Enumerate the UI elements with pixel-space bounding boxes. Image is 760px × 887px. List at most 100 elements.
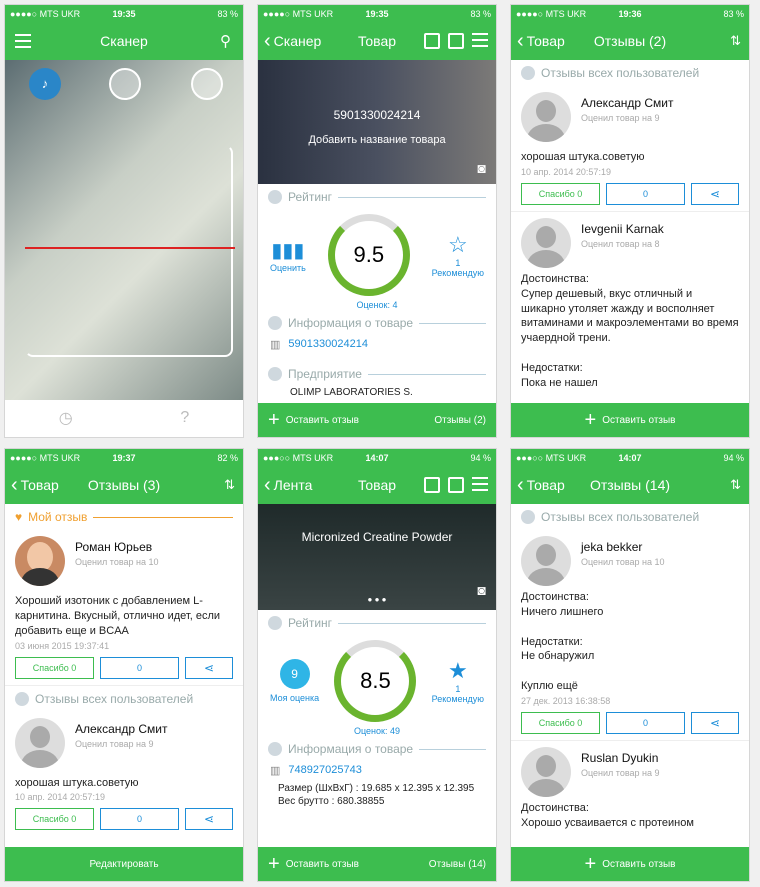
recommend-label: Рекомендую bbox=[431, 694, 484, 704]
reviews-button[interactable]: Отзывы (14) bbox=[429, 859, 486, 870]
add-name-link[interactable]: Добавить название товара bbox=[258, 134, 496, 146]
section-label: Отзывы всех пользователей bbox=[541, 510, 700, 524]
status-bar: ●●●●○ MTS UKR 19:35 83 % bbox=[258, 5, 496, 22]
recommend-button[interactable]: ☆ 1 Рекомендую bbox=[432, 232, 484, 278]
leave-review-button[interactable]: Оставить отзыв bbox=[286, 859, 359, 870]
company-label: Предприятие bbox=[288, 367, 362, 381]
recommend-button[interactable]: ★ 1 Рекомендую bbox=[432, 658, 484, 704]
rate-label: Оценить bbox=[270, 262, 306, 273]
rating-block: 9 Моя оценка 8.5 ★ 1 Рекомендую bbox=[258, 636, 496, 726]
camera-view[interactable]: ♪ bbox=[5, 60, 243, 400]
comments-button[interactable]: 0 bbox=[100, 808, 179, 831]
flashlight-icon[interactable] bbox=[191, 68, 223, 100]
reviewer-rating: Оценил товар на 9 bbox=[581, 767, 660, 778]
leave-review-button[interactable]: Оставить отзыв bbox=[286, 415, 359, 426]
my-review-screen: ●●●●○ MTS UKR 19:37 82 % ‹ Товар Отзывы (3)… bbox=[4, 448, 244, 882]
share-button[interactable]: ⋖ bbox=[691, 182, 739, 205]
clock: 19:35 bbox=[112, 8, 136, 19]
chevron-left-icon: ‹ bbox=[11, 474, 18, 496]
camera-icon[interactable]: ◙ bbox=[478, 582, 486, 598]
help-icon[interactable]: ? bbox=[180, 409, 189, 427]
history-icon[interactable]: ◷ bbox=[59, 408, 73, 428]
reviewer-rating: Оценил товар на 9 bbox=[75, 738, 154, 749]
barcode-icon: ▥ bbox=[270, 765, 281, 777]
back-button[interactable]: ‹ Товар bbox=[511, 475, 565, 495]
vibration-icon[interactable] bbox=[109, 68, 141, 100]
info-icon bbox=[268, 742, 282, 756]
edit-button[interactable]: Редактировать bbox=[89, 859, 158, 870]
product-screen: ●●●●○ MTS UKR 19:35 83 % ‹ Сканер Товар 590… bbox=[257, 4, 497, 438]
rate-button[interactable]: ▮▮▮ Оценить bbox=[270, 238, 306, 273]
menu-icon[interactable] bbox=[472, 33, 488, 47]
chevron-left-icon: ‹ bbox=[264, 474, 271, 496]
sort-icon[interactable]: ⇅ bbox=[730, 477, 741, 493]
product-barcode: 5901330024214 bbox=[333, 108, 421, 122]
score-ring: 9.5 bbox=[327, 214, 410, 296]
score-ring: 8.5 bbox=[334, 640, 417, 722]
rating-label: Рейтинг bbox=[288, 616, 333, 630]
my-rating[interactable]: 9 Моя оценка bbox=[270, 659, 319, 703]
rating-block: ▮▮▮ Оценить 9.5 ☆ 1 Рекомендую bbox=[258, 210, 496, 300]
users-icon bbox=[15, 691, 29, 706]
comments-button[interactable]: 0 bbox=[100, 656, 179, 679]
plus-icon: + bbox=[268, 853, 280, 875]
reviewer-name: Александр Смит bbox=[75, 721, 168, 736]
reviews-button[interactable]: Отзывы (2) bbox=[434, 415, 486, 426]
comments-button[interactable]: 0 bbox=[606, 711, 685, 734]
sound-icon[interactable]: ♪ bbox=[29, 68, 61, 100]
leave-review-button[interactable]: Оставить отзыв bbox=[602, 415, 675, 426]
barcode-icon[interactable] bbox=[448, 477, 464, 493]
thanks-button[interactable]: Спасибо 0 bbox=[15, 808, 94, 831]
section-header: Отзывы всех пользователей bbox=[511, 60, 749, 86]
barcode-icon: ▥ bbox=[270, 339, 281, 351]
back-button[interactable]: ‹ Сканер bbox=[258, 31, 321, 51]
carousel-dots[interactable]: ● ● ● bbox=[258, 595, 496, 604]
avatar bbox=[15, 536, 65, 586]
section-label: Отзывы всех пользователей bbox=[541, 66, 700, 80]
rating-header: Рейтинг bbox=[258, 184, 496, 210]
info-label: Информация о товаре bbox=[288, 316, 414, 330]
thanks-button[interactable]: Спасибо 0 bbox=[521, 182, 600, 205]
plus-icon: + bbox=[584, 409, 597, 431]
review-text: Хороший изотоник с добавлением L-карнити… bbox=[15, 595, 221, 637]
checklist-icon[interactable] bbox=[424, 33, 440, 49]
users-icon bbox=[521, 510, 535, 524]
size-info: Размер (ШхВхГ) : 19.685 x 12.395 x 12.39… bbox=[278, 783, 475, 794]
chevron-left-icon: ‹ bbox=[517, 30, 524, 52]
thanks-button[interactable]: Спасибо 0 bbox=[15, 656, 94, 679]
nav-bar: ‹ Товар Отзывы (14) ⇅ bbox=[511, 466, 749, 504]
review-item: Ievgenii Karnak Оценил товар на 8 Достоин… bbox=[511, 212, 749, 397]
share-button[interactable]: ⋖ bbox=[185, 808, 233, 831]
barcode-icon[interactable] bbox=[448, 33, 464, 49]
info-header: Информация о товаре bbox=[258, 310, 496, 336]
my-score-label: Моя оценка bbox=[270, 693, 320, 703]
chevron-left-icon: ‹ bbox=[517, 474, 524, 496]
sort-icon[interactable]: ⇅ bbox=[224, 477, 235, 493]
share-button[interactable]: ⋖ bbox=[185, 656, 233, 679]
search-icon[interactable]: ⚲ bbox=[220, 32, 243, 50]
thanks-button[interactable]: Спасибо 0 bbox=[521, 711, 600, 734]
review-text: Достоинства: Супер дешевый, вкус отличны… bbox=[521, 272, 739, 389]
leave-review-button[interactable]: Оставить отзыв bbox=[602, 859, 675, 870]
camera-icon[interactable]: ◙ bbox=[478, 160, 486, 176]
info-barcode[interactable]: ▥ 748927025743 bbox=[258, 762, 496, 779]
avatar bbox=[521, 746, 571, 797]
menu-icon[interactable] bbox=[5, 34, 31, 48]
reviewer-rating: Оценил товар на 10 bbox=[581, 557, 665, 567]
back-button[interactable]: ‹ Товар bbox=[511, 31, 565, 51]
section-label: Отзывы всех пользователей bbox=[35, 691, 194, 706]
info-barcode[interactable]: ▥ 5901330024214 bbox=[258, 336, 496, 353]
review-date: 03 июня 2015 19:37:41 bbox=[15, 640, 110, 651]
my-review-item: Роман Юрьев Оценил товар на 10 Хороший из… bbox=[5, 530, 243, 686]
back-button[interactable]: ‹ Лента bbox=[258, 475, 312, 495]
menu-icon[interactable] bbox=[472, 477, 488, 491]
checklist-icon[interactable] bbox=[424, 477, 440, 493]
back-button[interactable]: ‹ Товар bbox=[5, 475, 59, 495]
comments-button[interactable]: 0 bbox=[606, 182, 685, 205]
sort-icon[interactable]: ⇅ bbox=[730, 33, 741, 49]
share-button[interactable]: ⋖ bbox=[691, 711, 739, 734]
building-icon bbox=[268, 367, 282, 381]
avatar bbox=[15, 717, 65, 768]
product-name: Micronized Creatine Powder bbox=[301, 530, 453, 544]
review-text: хорошая штука.советую bbox=[15, 776, 139, 789]
